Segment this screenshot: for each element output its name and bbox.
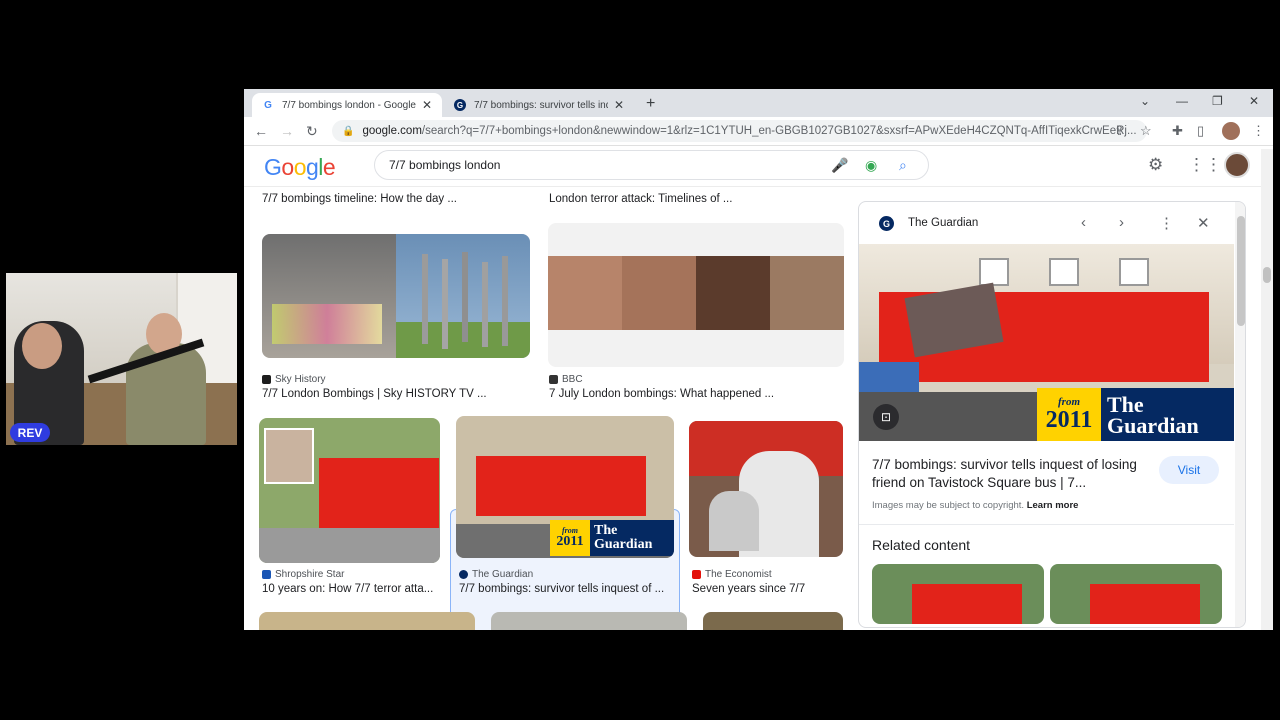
shropshire-star-icon	[262, 570, 271, 579]
webcam-overlay	[6, 273, 237, 445]
sky-history-icon	[262, 375, 271, 384]
result-image-sky-history[interactable]	[262, 234, 530, 358]
tab-guardian-article[interactable]: G 7/7 bombings: survivor tells inq ✕	[444, 93, 634, 117]
minimize-icon[interactable]: —	[1176, 94, 1188, 108]
panel-site-name[interactable]: The Guardian	[908, 217, 978, 229]
tab-title: 7/7 bombings: survivor tells inq	[474, 99, 608, 111]
result-image-guardian[interactable]: from 2011 The Guardian	[456, 416, 674, 558]
page-scrollbar[interactable]	[1261, 149, 1273, 630]
close-icon[interactable]: ✕	[1197, 214, 1210, 232]
video-frame: REV G 7/7 bombings london - Google S ✕ G…	[0, 0, 1280, 720]
google-account-avatar[interactable]	[1224, 152, 1250, 178]
chevron-down-icon[interactable]: ⌄	[1140, 94, 1150, 108]
google-logo[interactable]: Google	[264, 154, 336, 181]
chevron-left-icon[interactable]: ‹	[1081, 214, 1086, 231]
close-window-icon[interactable]: ✕	[1249, 94, 1259, 108]
lock-icon: 🔒	[342, 125, 355, 137]
panel-scrollbar[interactable]	[1235, 202, 1245, 627]
new-tab-icon[interactable]: +	[646, 95, 655, 113]
back-icon[interactable]: ←	[254, 123, 268, 139]
learn-more-link[interactable]: Learn more	[1027, 500, 1079, 511]
browser-toolbar: ← → ↻ 🔒 google.com/search?q=7/7+bombings…	[244, 117, 1273, 146]
lens-search-icon[interactable]: ⊡	[873, 404, 899, 430]
tab-title: 7/7 bombings london - Google S	[282, 99, 416, 111]
address-host: google.com	[362, 125, 422, 137]
related-thumbnail[interactable]	[872, 564, 1044, 624]
result-caption[interactable]: 10 years on: How 7/7 terror atta...	[262, 583, 438, 595]
settings-gear-icon[interactable]: ⚙	[1148, 155, 1163, 175]
bbc-icon	[549, 375, 558, 384]
result-image-shropshire-star[interactable]	[259, 418, 440, 563]
copyright-notice: Images may be subject to copyright. Lear…	[872, 500, 1079, 511]
result-caption[interactable]: Seven years since 7/7	[692, 583, 842, 595]
result-image-economist[interactable]	[689, 421, 843, 557]
panel-result-title[interactable]: 7/7 bombings: survivor tells inquest of …	[872, 456, 1152, 492]
menu-icon[interactable]: ⋮	[1252, 123, 1265, 139]
guardian-icon: G	[454, 99, 466, 111]
close-tab-icon[interactable]: ✕	[422, 98, 432, 112]
google-icon: G	[264, 99, 272, 111]
browser-window: G 7/7 bombings london - Google S ✕ G 7/7…	[244, 89, 1273, 630]
result-source: BBC	[549, 374, 583, 385]
divider	[859, 524, 1234, 525]
visit-button[interactable]: Visit	[1159, 456, 1219, 484]
related-content-heading: Related content	[872, 537, 971, 553]
result-caption[interactable]: 7/7 bombings: survivor tells inquest of …	[459, 583, 675, 595]
result-image-bbc[interactable]	[548, 223, 844, 367]
apps-grid-icon[interactable]: ⋮⋮	[1188, 155, 1222, 175]
tab-google-search[interactable]: G 7/7 bombings london - Google S ✕	[252, 93, 442, 117]
voice-search-icon[interactable]: 🎤	[831, 157, 848, 174]
result-source: The Economist	[692, 569, 772, 580]
rev-badge: REV	[10, 423, 50, 442]
related-thumbnail[interactable]	[1050, 564, 1222, 624]
guardian-from-2011-badge: from 2011 The Guardian	[550, 520, 674, 556]
guardian-from-2011-badge: from 2011 The Guardian	[1037, 388, 1234, 441]
result-image[interactable]	[703, 612, 843, 630]
address-path: /search?q=7/7+bombings+london&newwindow=…	[421, 125, 1137, 137]
result-source: The Guardian	[459, 569, 533, 580]
guardian-icon	[459, 570, 468, 579]
economist-icon	[692, 570, 701, 579]
share-icon[interactable]: ⇪	[1114, 123, 1125, 139]
forward-icon[interactable]: →	[280, 123, 294, 139]
result-caption[interactable]: London terror attack: Timelines of ...	[549, 193, 732, 205]
result-caption[interactable]: 7/7 London Bombings | Sky HISTORY TV ...	[262, 388, 530, 400]
restore-icon[interactable]: ❐	[1212, 94, 1223, 108]
more-options-icon[interactable]: ⋮	[1159, 214, 1174, 232]
lens-icon[interactable]: ◉	[865, 157, 877, 174]
close-tab-icon[interactable]: ✕	[614, 98, 624, 112]
image-preview-panel: G The Guardian ‹ › ⋮ ✕ from 2011 The Guard…	[858, 201, 1246, 628]
result-caption[interactable]: 7 July London bombings: What happened ..…	[549, 388, 839, 400]
bookmark-star-icon[interactable]: ☆	[1140, 123, 1152, 139]
image-results-grid: 7/7 bombings timeline: How the day ... L…	[244, 187, 849, 630]
result-source: Shropshire Star	[262, 569, 344, 580]
search-query: 7/7 bombings london	[389, 158, 501, 172]
chevron-right-icon[interactable]: ›	[1119, 214, 1124, 231]
result-caption[interactable]: 7/7 bombings timeline: How the day ...	[262, 193, 457, 205]
result-image[interactable]	[491, 612, 687, 630]
google-header: Google 7/7 bombings london 🎤 ◉ ⌕ ⚙ ⋮⋮	[244, 146, 1273, 187]
guardian-icon: G	[879, 216, 894, 231]
search-icon[interactable]: ⌕	[899, 157, 907, 174]
panel-header: G The Guardian ‹ › ⋮ ✕	[859, 202, 1245, 244]
tab-strip: G 7/7 bombings london - Google S ✕ G 7/7…	[244, 89, 1273, 117]
extensions-icon[interactable]: ✚	[1172, 123, 1183, 139]
preview-image[interactable]: from 2011 The Guardian ⊡	[859, 244, 1234, 441]
profile-avatar[interactable]	[1222, 122, 1240, 140]
reload-icon[interactable]: ↻	[306, 123, 318, 140]
side-panel-icon[interactable]: ▯	[1197, 123, 1204, 139]
result-image[interactable]	[259, 612, 475, 630]
search-box[interactable]: 7/7 bombings london 🎤 ◉ ⌕	[374, 150, 929, 180]
result-source: Sky History	[262, 374, 326, 385]
address-bar[interactable]: 🔒 google.com/search?q=7/7+bombings+londo…	[332, 120, 1147, 142]
